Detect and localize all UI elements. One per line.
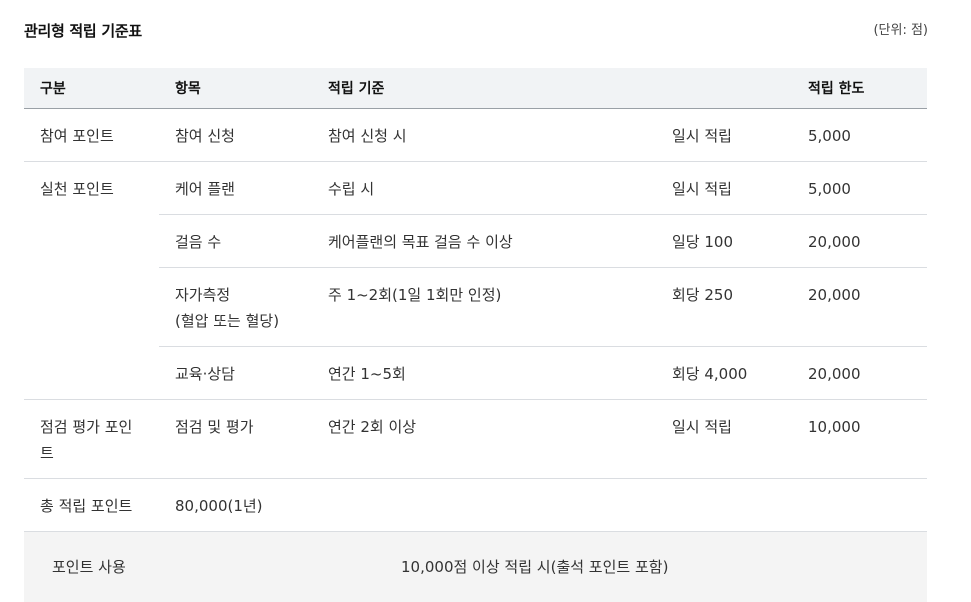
rate-cell: 회당 4,000 <box>656 346 792 400</box>
total-label: 총 적립 포인트 <box>24 478 159 532</box>
column-header-limit: 적립 한도 <box>792 68 927 109</box>
rate-cell: 일시 적립 <box>656 161 792 215</box>
item-line: 자가측정 <box>175 285 231 304</box>
item-cell: 참여 신청 <box>159 108 312 162</box>
rate-cell: 일당 100 <box>656 214 792 268</box>
item-cell: 교육·상담 <box>159 346 312 400</box>
column-header-item: 항목 <box>159 68 312 109</box>
criteria-cell: 주 1~2회(1일 1회만 인정) <box>312 267 656 347</box>
rate-cell: 일시 적립 <box>656 399 792 479</box>
category-cell: 참여 포인트 <box>24 108 159 162</box>
criteria-cell: 참여 신청 시 <box>312 108 656 162</box>
usage-text: 10,000점 이상 적립 시(출석 포인트 포함) <box>159 531 927 602</box>
limit-cell: 20,000 <box>792 346 927 400</box>
column-header-criteria: 적립 기준 <box>312 68 656 109</box>
table-row: 자가측정 (혈압 또는 혈당) 주 1~2회(1일 1회만 인정) 회당 250… <box>24 267 927 347</box>
limit-cell: 20,000 <box>792 214 927 268</box>
page-title: 관리형 적립 기준표 <box>24 22 142 40</box>
column-header-category: 구분 <box>24 68 159 109</box>
criteria-cell: 연간 1~5회 <box>312 346 656 400</box>
unit-label: (단위: 점) <box>873 23 928 38</box>
table-row: 걸음 수 케어플랜의 목표 걸음 수 이상 일당 100 20,000 <box>24 214 927 268</box>
limit-cell: 5,000 <box>792 161 927 215</box>
table-header-row: 구분 항목 적립 기준 적립 한도 <box>24 68 927 109</box>
limit-cell: 5,000 <box>792 108 927 162</box>
item-line: (혈압 또는 혈당) <box>175 311 280 330</box>
item-cell: 걸음 수 <box>159 214 312 268</box>
category-line: 점검 평가 포인 <box>40 417 133 436</box>
table-row: 점검 평가 포인 트 점검 및 평가 연간 2회 이상 일시 적립 10,000 <box>24 399 927 479</box>
category-cell: 실천 포인트 <box>24 161 159 400</box>
category-line: 트 <box>40 443 54 462</box>
usage-text-value: 10,000점 이상 적립 시(출석 포인트 포함) <box>401 557 669 576</box>
rate-cell: 일시 적립 <box>656 108 792 162</box>
rate-cell: 회당 250 <box>656 267 792 347</box>
usage-row: 포인트 사용 10,000점 이상 적립 시(출석 포인트 포함) <box>24 531 927 602</box>
accrual-criteria-table: 구분 항목 적립 기준 적립 한도 참여 포인트 참여 신청 참여 신청 시 일… <box>24 68 927 602</box>
limit-cell: 10,000 <box>792 399 927 479</box>
item-cell: 점검 및 평가 <box>159 399 312 479</box>
total-row: 총 적립 포인트 80,000(1년) <box>24 478 927 532</box>
column-header-rate <box>656 68 792 109</box>
criteria-cell: 연간 2회 이상 <box>312 399 656 479</box>
table-row: 교육·상담 연간 1~5회 회당 4,000 20,000 <box>24 346 927 400</box>
table-header: 관리형 적립 기준표 (단위: 점) <box>24 20 928 44</box>
criteria-cell: 수립 시 <box>312 161 656 215</box>
item-cell: 자가측정 (혈압 또는 혈당) <box>159 267 312 347</box>
usage-label: 포인트 사용 <box>24 531 159 602</box>
total-value: 80,000(1년) <box>159 478 927 532</box>
table-row: 실천 포인트 케어 플랜 수립 시 일시 적립 5,000 <box>24 161 927 400</box>
item-cell: 케어 플랜 <box>159 161 312 215</box>
limit-cell: 20,000 <box>792 267 927 347</box>
criteria-cell: 케어플랜의 목표 걸음 수 이상 <box>312 214 656 268</box>
category-cell: 점검 평가 포인 트 <box>24 399 159 479</box>
table-row: 참여 포인트 참여 신청 참여 신청 시 일시 적립 5,000 <box>24 108 927 162</box>
